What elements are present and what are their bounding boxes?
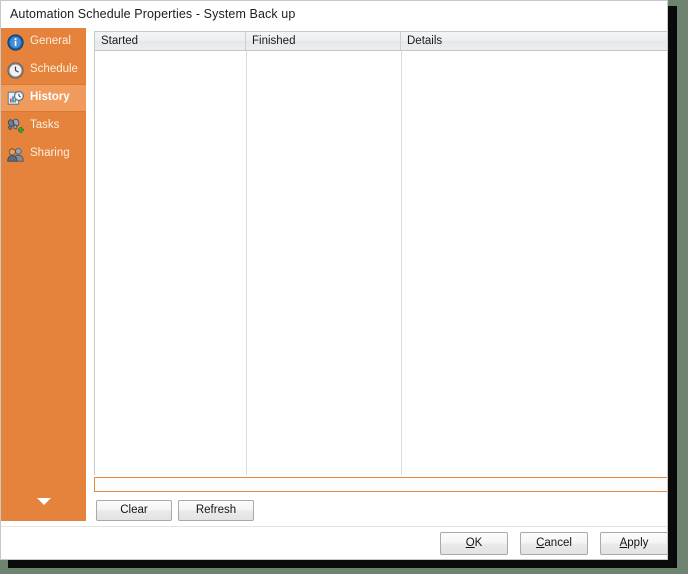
horizontal-scrollbar[interactable] xyxy=(94,477,667,492)
sidebar-expander-button[interactable] xyxy=(1,481,86,521)
ok-rest: K xyxy=(474,537,483,549)
properties-dialog: Automation Schedule Properties - System … xyxy=(0,0,668,560)
sidebar-item-label: General xyxy=(30,35,71,48)
tasks-icon xyxy=(7,118,24,135)
sidebar-item-sharing[interactable]: Sharing xyxy=(1,140,86,168)
column-divider xyxy=(401,51,402,475)
ok-accel: O xyxy=(465,537,475,549)
sharing-icon xyxy=(7,146,24,163)
column-header-finished[interactable]: Finished xyxy=(246,32,401,50)
history-icon xyxy=(7,90,24,107)
clock-icon xyxy=(7,61,24,79)
title-bar: Automation Schedule Properties - System … xyxy=(1,1,667,28)
column-header-started[interactable]: Started xyxy=(95,32,246,50)
info-icon xyxy=(7,33,24,51)
sidebar-item-history[interactable]: History xyxy=(1,84,86,112)
window-title: Automation Schedule Properties - System … xyxy=(10,7,296,21)
column-header-details[interactable]: Details xyxy=(401,32,667,50)
sidebar-item-label: Schedule xyxy=(30,63,78,76)
desktop-background: Automation Schedule Properties - System … xyxy=(0,0,688,574)
column-divider xyxy=(246,51,247,475)
history-list-body[interactable] xyxy=(95,51,667,475)
sidebar-item-tasks[interactable]: Tasks xyxy=(1,112,86,140)
clear-button[interactable]: Clear xyxy=(96,500,172,521)
history-list[interactable]: Started Finished Details xyxy=(94,31,667,475)
sidebar-nav: General Schedule History Tasks Sharing xyxy=(1,28,86,521)
chevron-down-icon xyxy=(36,497,51,505)
cancel-button[interactable]: Cancel xyxy=(520,532,588,555)
refresh-button[interactable]: Refresh xyxy=(178,500,254,521)
ok-button[interactable]: OK xyxy=(440,532,508,555)
cancel-rest: ancel xyxy=(544,537,572,549)
dialog-footer: OK Cancel Apply xyxy=(1,526,667,559)
apply-rest: pply xyxy=(627,537,649,549)
sidebar-item-schedule[interactable]: Schedule xyxy=(1,56,86,84)
sidebar-item-general[interactable]: General xyxy=(1,28,86,56)
apply-button[interactable]: Apply xyxy=(600,532,667,555)
sidebar-item-label: History xyxy=(30,91,70,104)
sidebar-item-label: Sharing xyxy=(30,147,70,160)
sidebar-item-label: Tasks xyxy=(30,119,60,132)
history-list-header: Started Finished Details xyxy=(95,32,667,51)
